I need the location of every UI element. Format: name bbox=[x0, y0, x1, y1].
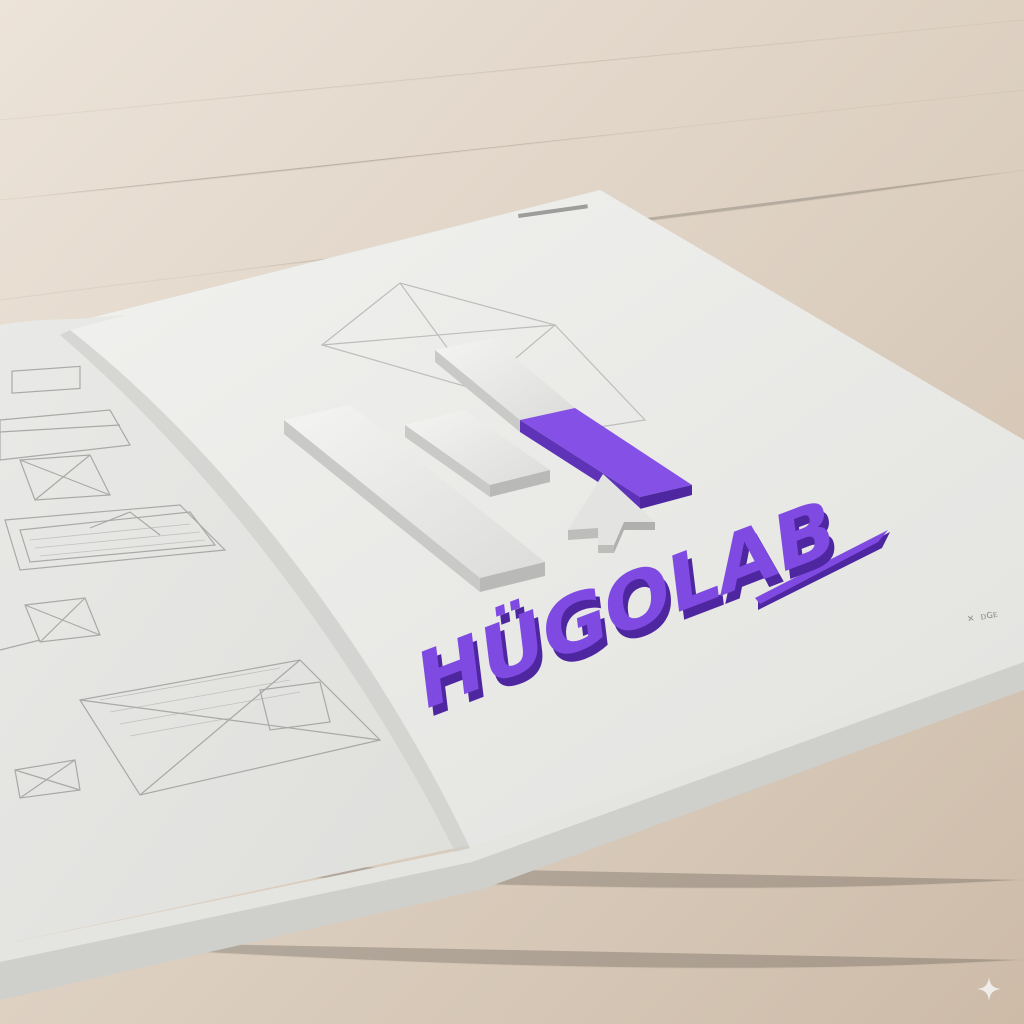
sparkle-icon bbox=[977, 977, 1001, 1001]
open-notebook-scene: ✕ ᴅɢᴇ bbox=[0, 0, 1024, 1024]
